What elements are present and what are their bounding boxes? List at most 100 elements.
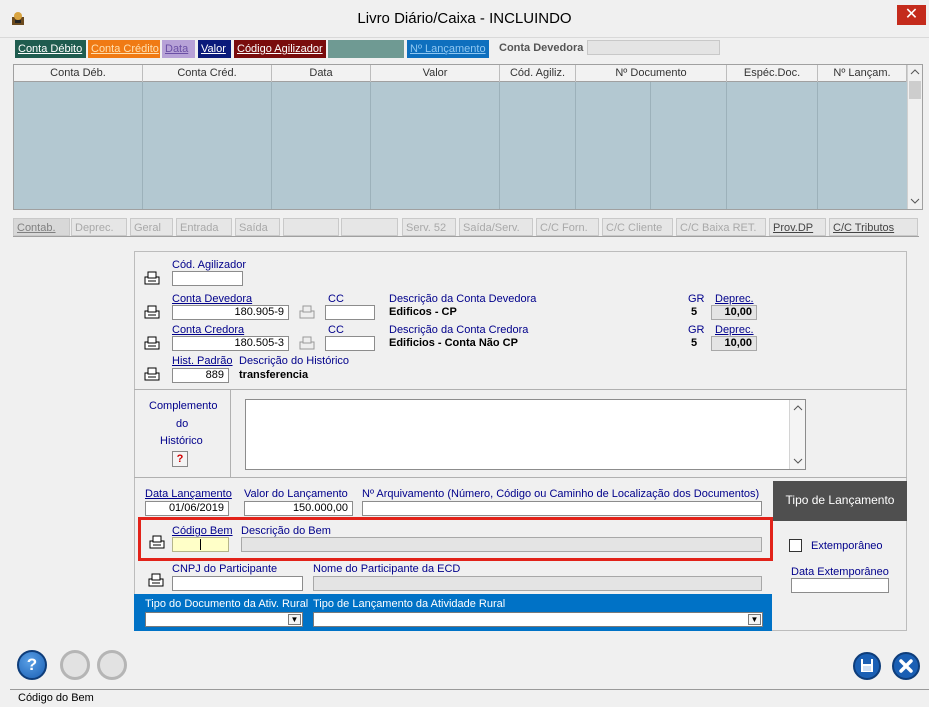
conta-devedora-input[interactable]: 180.905-9 [172, 305, 289, 320]
window-title: Livro Diário/Caixa - INCLUINDO [357, 10, 572, 27]
chevron-down-icon[interactable]: ▼ [748, 614, 761, 625]
detail-tab[interactable]: C/C Baixa RET. [676, 218, 766, 236]
conta-credora-input[interactable]: 180.505-3 [172, 336, 289, 351]
top-tab[interactable]: Data [162, 40, 195, 58]
col-lancamento[interactable]: Nº Lançam. [818, 65, 907, 82]
gr-credora-value: 5 [691, 337, 698, 349]
detail-tab[interactable]: C/C Forn. [536, 218, 599, 236]
deprec-devedora-label: Deprec. [715, 293, 754, 305]
printer-icon[interactable] [143, 335, 161, 351]
help-button[interactable]: ? [17, 650, 47, 680]
cnpj-label: CNPJ do Participante [172, 563, 278, 575]
grid-divider [817, 82, 818, 209]
scroll-up-icon[interactable] [910, 68, 920, 76]
cc-credora-input[interactable] [325, 336, 375, 351]
detail-tab[interactable]: Serv. 52 [402, 218, 456, 236]
scroll-down-icon[interactable] [793, 457, 803, 465]
complemento-divider [230, 390, 231, 477]
gr-devedora-value: 5 [691, 306, 698, 318]
cc-devedora-input[interactable] [325, 305, 375, 320]
window-close-button[interactable]: ✕ [897, 5, 926, 25]
detail-tab[interactable]: C/C Cliente [602, 218, 673, 236]
grid-divider [142, 82, 143, 209]
section-divider [134, 389, 907, 390]
complemento-scrollbar[interactable] [789, 400, 805, 469]
deprec-devedora-value: 10,00 [711, 305, 757, 320]
printer-icon[interactable] [143, 366, 161, 382]
detail-tab[interactable]: Deprec. [71, 218, 127, 236]
detail-tab[interactable]: Saída/Serv. [459, 218, 533, 236]
cc-devedora-label: CC [328, 293, 344, 305]
tab-divider [13, 236, 919, 237]
detail-tab[interactable]: Contab. [13, 218, 70, 236]
scroll-thumb[interactable] [909, 81, 921, 99]
top-tab[interactable]: Código Agilizador [234, 40, 326, 58]
close-icon[interactable] [892, 652, 920, 680]
printer-icon[interactable] [147, 572, 165, 588]
extemporaneo-checkbox[interactable] [789, 539, 802, 552]
printer-cc-icon[interactable] [298, 335, 316, 351]
cnpj-input[interactable] [172, 576, 303, 591]
grid-divider [575, 82, 576, 209]
tipo-doc-rural-select[interactable]: ▼ [145, 612, 303, 627]
chevron-down-icon[interactable]: ▼ [288, 614, 301, 625]
atividade-rural-band: Tipo do Documento da Ativ. Rural Tipo de… [134, 594, 772, 631]
top-tab[interactable]: Conta Crédito [88, 40, 160, 58]
section-divider [134, 477, 907, 478]
data-lancamento-input[interactable]: 01/06/2019 [145, 501, 229, 516]
printer-cc-icon[interactable] [298, 304, 316, 320]
save-icon[interactable] [853, 652, 881, 680]
col-conta-deb[interactable]: Conta Déb. [14, 65, 143, 82]
scroll-up-icon[interactable] [793, 404, 803, 412]
detail-tab[interactable]: Prov.DP [769, 218, 826, 236]
complemento-textarea[interactable] [245, 399, 806, 470]
grid-divider [726, 82, 727, 209]
gr-credora-label: GR [688, 324, 705, 336]
col-cod-agiliz[interactable]: Cód. Agiliz. [500, 65, 576, 82]
gr-devedora-label: GR [688, 293, 705, 305]
conta-credora-label: Conta Credora [172, 324, 245, 336]
printer-icon[interactable] [143, 304, 161, 320]
detail-tab[interactable]: C/C Tributos [829, 218, 918, 236]
cc-credora-label: CC [328, 324, 344, 336]
detail-tab-disabled [341, 218, 398, 236]
disabled-button-1 [60, 650, 90, 680]
conta-devedora-label: Conta Devedora [172, 293, 253, 305]
arquivamento-input[interactable] [362, 501, 762, 516]
desc-credora-label: Descrição da Conta Credora [389, 324, 529, 336]
data-extemporaneo-label: Data Extemporâneo [791, 566, 889, 578]
col-valor[interactable]: Valor [371, 65, 500, 82]
help-complemento-button[interactable]: ? [172, 451, 188, 467]
tipo-doc-rural-label: Tipo do Documento da Ativ. Rural [145, 598, 309, 610]
col-data[interactable]: Data [272, 65, 371, 82]
nome-participante-field [313, 576, 762, 591]
detail-tab[interactable]: Geral [130, 218, 173, 236]
printer-icon[interactable] [143, 270, 161, 286]
tipo-lanc-rural-label: Tipo de Lançamento da Atividade Rural [313, 598, 506, 610]
detail-tab-disabled [283, 218, 339, 236]
detail-tab[interactable]: Saída [235, 218, 280, 236]
valor-lancamento-label: Valor do Lançamento [244, 488, 348, 500]
entries-grid[interactable]: Conta Déb. Conta Créd. Data Valor Cód. A… [13, 64, 923, 210]
top-tab[interactable]: Conta Débito [15, 40, 86, 58]
cod-agilizador-input[interactable] [172, 271, 243, 286]
grid-header: Conta Déb. Conta Créd. Data Valor Cód. A… [14, 65, 907, 82]
top-tab[interactable]: Nº Lançamento [407, 40, 489, 58]
desc-historico-value: transferencia [239, 369, 309, 381]
complemento-label-3: Histórico [160, 435, 203, 447]
data-extemporaneo-input[interactable] [791, 578, 889, 593]
conta-devedora-header-field [587, 40, 720, 55]
col-espec-doc[interactable]: Espéc.Doc. [727, 65, 818, 82]
nome-participante-label: Nome do Participante da ECD [313, 563, 461, 575]
scroll-down-icon[interactable] [910, 197, 920, 205]
detail-tab[interactable]: Entrada [176, 218, 232, 236]
hist-padrao-input[interactable]: 889 [172, 368, 229, 383]
grid-vertical-scrollbar[interactable] [907, 65, 922, 209]
col-conta-cred[interactable]: Conta Créd. [143, 65, 272, 82]
col-documento[interactable]: Nº Documento [576, 65, 727, 82]
top-tab[interactable]: Valor [198, 40, 231, 58]
desc-devedora-label: Descrição da Conta Devedora [389, 293, 537, 305]
tipo-lanc-rural-select[interactable]: ▼ [313, 612, 763, 627]
top-tab-faded[interactable] [328, 40, 404, 58]
valor-lancamento-input[interactable]: 150.000,00 [244, 501, 353, 516]
